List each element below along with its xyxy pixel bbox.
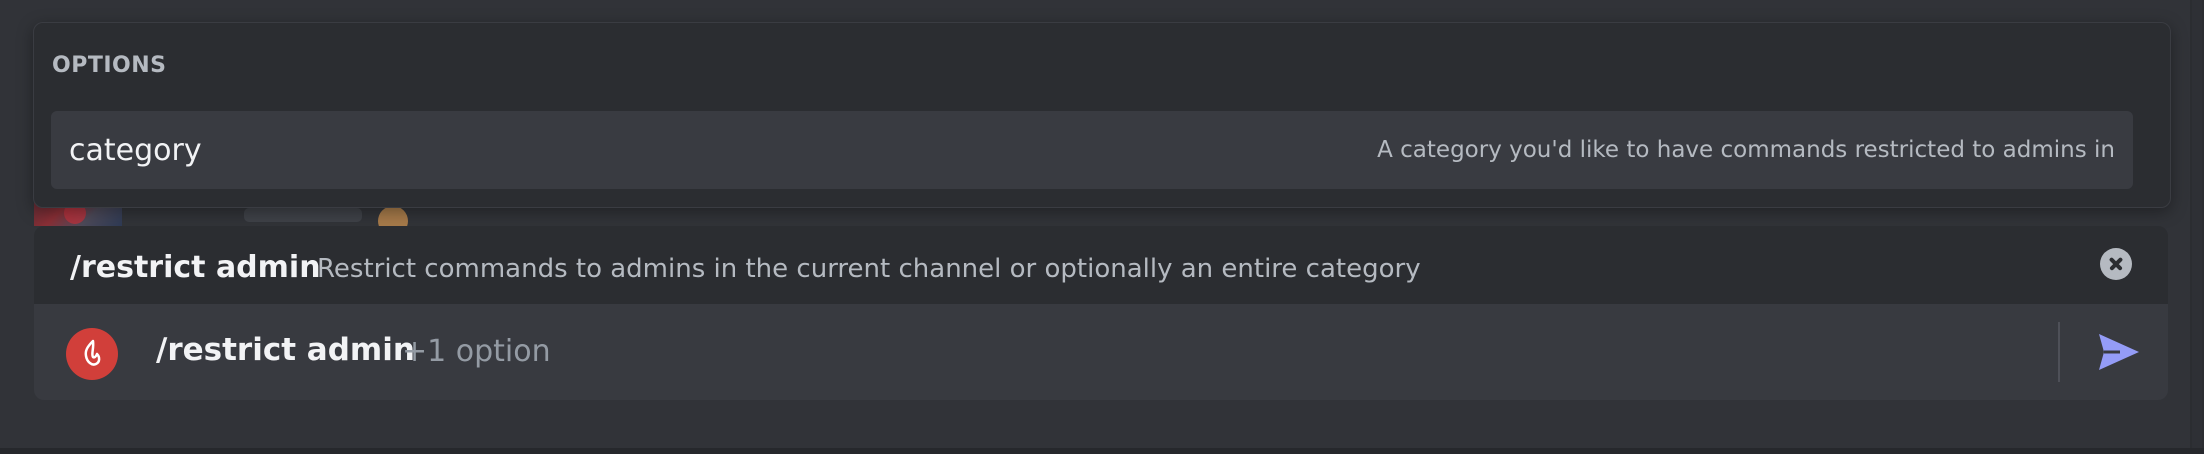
close-icon[interactable] xyxy=(2100,248,2132,280)
send-icon[interactable] xyxy=(2096,330,2142,374)
role-tag xyxy=(244,208,362,222)
input-option-hint: +1 option xyxy=(402,334,551,369)
input-command[interactable]: /restrict admin xyxy=(156,332,415,368)
input-divider xyxy=(2058,322,2060,382)
emoji-avatar xyxy=(378,206,408,226)
bottom-edge xyxy=(0,448,2204,454)
options-header: OPTIONS xyxy=(52,53,167,78)
command-name: /restrict admin xyxy=(70,250,321,285)
chat-scrollbar[interactable] xyxy=(2190,0,2204,454)
flame-icon[interactable] xyxy=(66,328,118,380)
option-name: category xyxy=(69,133,202,168)
command-info-bar: /restrict admin Restrict commands to adm… xyxy=(34,226,2168,304)
option-description: A category you'd like to have commands r… xyxy=(1377,137,2115,163)
command-description: Restrict commands to admins in the curre… xyxy=(317,254,1421,284)
options-popup: OPTIONS category A category you'd like t… xyxy=(33,22,2171,208)
scrollbar-thumb[interactable] xyxy=(2192,0,2202,454)
message-input-bar[interactable]: /restrict admin +1 option xyxy=(34,304,2168,400)
option-item-category[interactable]: category A category you'd like to have c… xyxy=(51,111,2133,189)
